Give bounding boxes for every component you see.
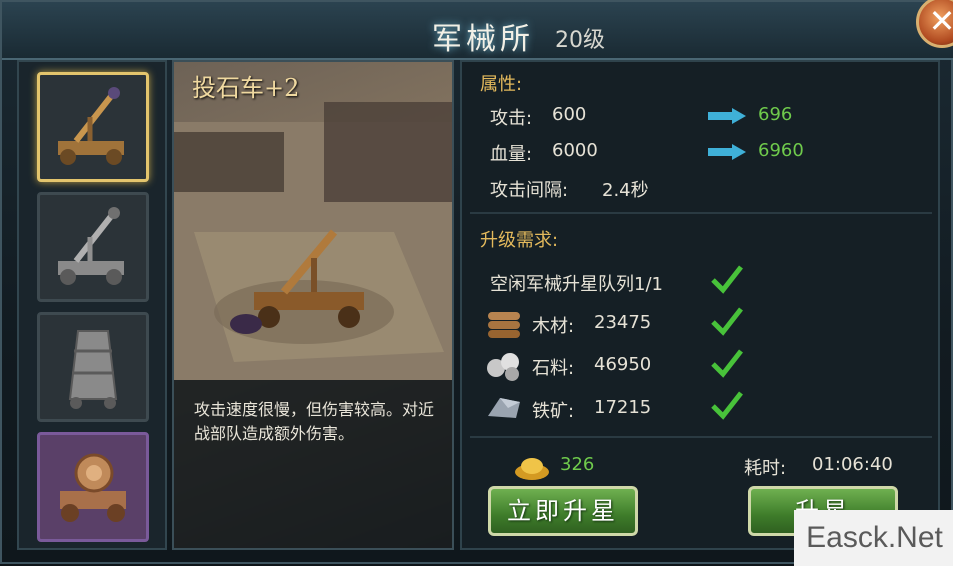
time-value: 01:06:40 [812,454,893,475]
attack-label: 攻击: [490,108,533,129]
check-icon [711,307,743,336]
watermark: Easck.Net [794,510,953,566]
unit-slot-ram-cart[interactable] [37,432,149,542]
requirements-heading: 升级需求: [480,230,559,251]
wood-icon [488,312,520,338]
catapult-gray-icon [58,207,124,285]
iron-label: 铁矿: [532,401,575,422]
check-icon [711,391,743,420]
hp-next-value: 6960 [758,140,804,161]
arrow-right-icon [708,108,746,124]
stone-label: 石料: [532,358,575,379]
unit-description: 攻击速度很慢，但伤害较高。对近战部队造成额外伤害。 [194,400,435,443]
title-bar: 军械所 20级 [2,2,953,60]
description-panel: 攻击速度很慢，但伤害较高。对近战部队造成额外伤害。 [174,380,452,548]
gold-ingot-icon [515,458,549,480]
gold-cost-value: 326 [560,454,595,475]
unit-preview: 投石车+2 攻击速度很慢，但伤害较高。对近战部队造成额外伤害。 [172,60,454,550]
window-title: 军械所 [432,22,534,57]
time-label: 耗时: [744,458,787,479]
arrow-right-icon [708,144,746,160]
iron-value: 17215 [594,397,652,418]
divider [470,212,932,214]
divider [470,436,932,438]
hp-label: 血量: [490,144,533,165]
attack-interval-value: 2.4秒 [602,180,649,201]
stone-value: 46950 [594,354,652,375]
unit-slot-siege-tower[interactable] [37,312,149,422]
upgrade-queue-text: 空闲军械升星队列1/1 [490,274,663,295]
armory-window: 军械所 20级 ✕ 投石车+2 攻击速度很慢，但伤害较高。对近战部队造成额外伤害… [0,0,953,566]
preview-scene [174,102,452,380]
unit-list [17,60,167,550]
siege-tower-icon [68,330,118,409]
attack-value: 600 [552,104,587,125]
check-icon [711,265,743,294]
stone-icon [487,353,519,381]
check-icon [711,349,743,378]
unit-slot-catapult[interactable] [37,72,149,182]
attributes-heading: 属性: [480,74,523,95]
attack-next-value: 696 [758,104,793,125]
wood-value: 23475 [594,312,652,333]
unit-name: 投石车+2 [192,74,300,102]
iron-ore-icon [488,398,520,418]
instant-upgrade-button[interactable]: 立即升星 [488,486,638,536]
building-level: 20级 [555,28,605,53]
catapult-icon [58,87,124,165]
wood-label: 木材: [532,316,575,337]
hp-value: 6000 [552,140,598,161]
ram-cart-icon [60,453,126,522]
attack-interval-label: 攻击间隔: [490,180,569,201]
close-icon: ✕ [928,2,953,40]
stats-panel: 属性: 攻击: 600 696 血量: 6000 6960 攻击间隔: 2.4秒… [460,60,940,550]
unit-slot-catapult-locked[interactable] [37,192,149,302]
